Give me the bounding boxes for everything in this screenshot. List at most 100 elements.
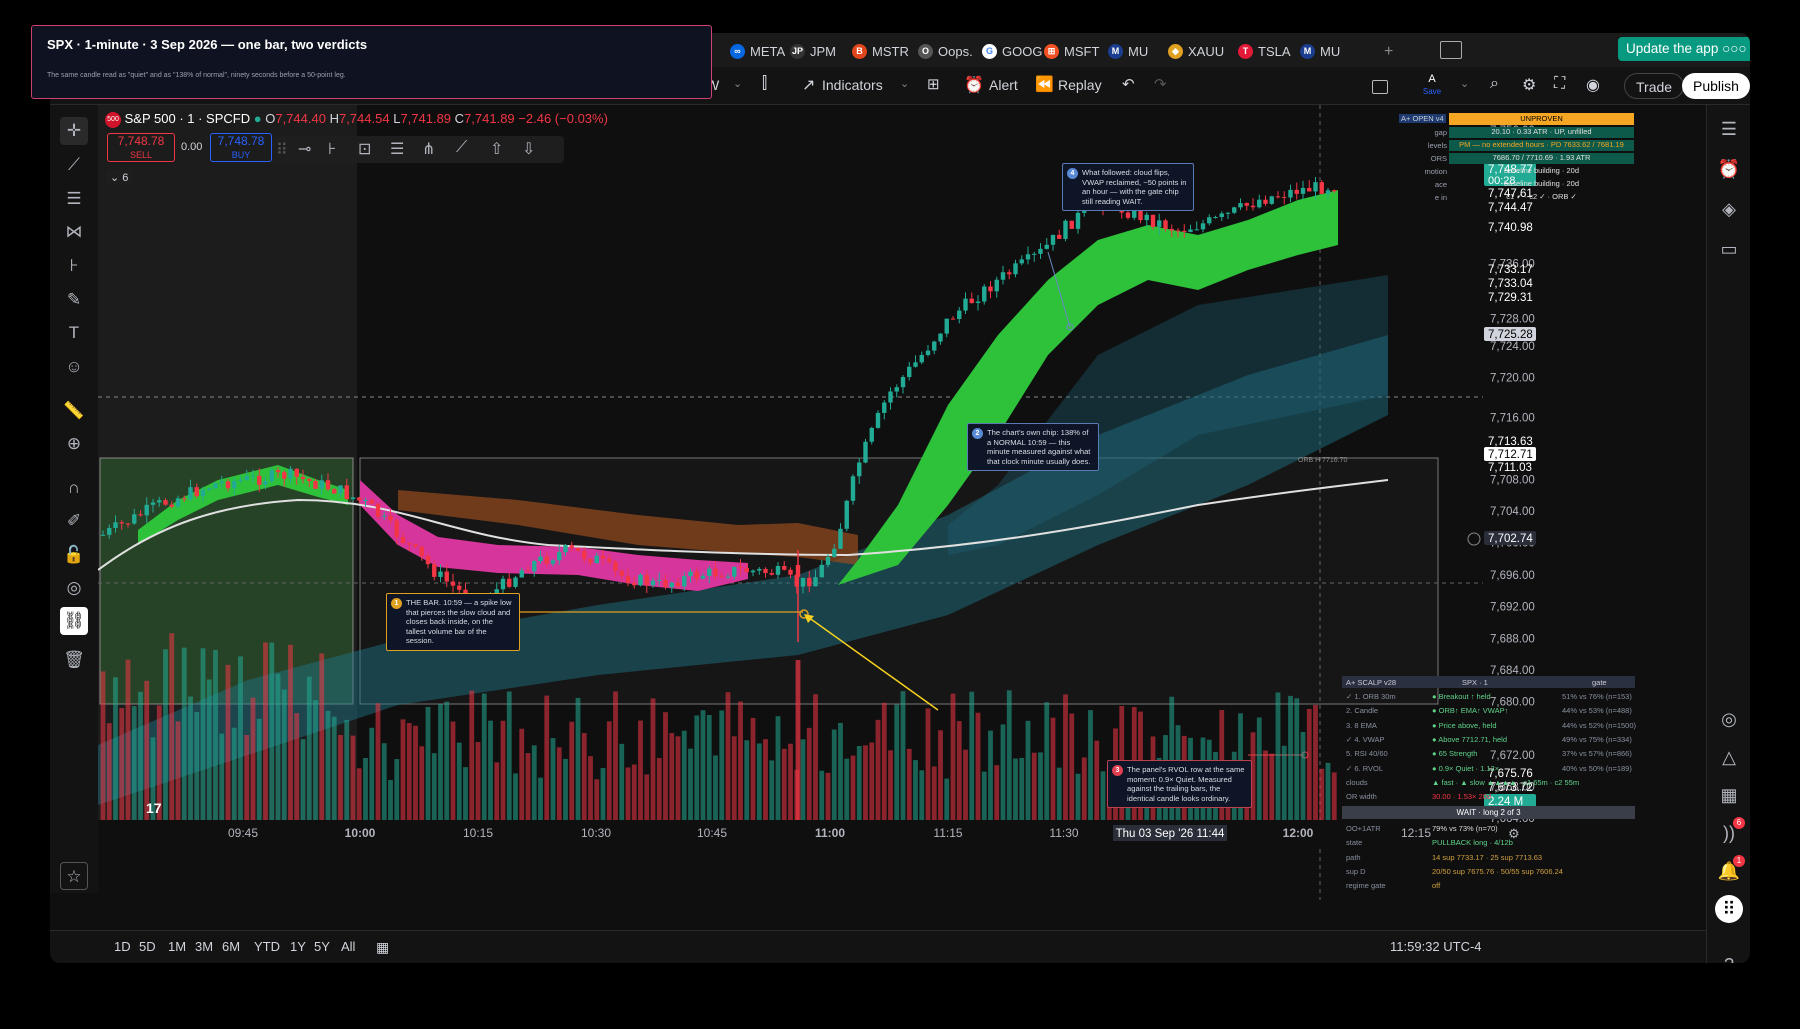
link-icon[interactable]: ⛓ (60, 607, 88, 635)
chevron-down-icon[interactable]: ⌄ (900, 77, 909, 90)
symbol-tab[interactable]: O Oops. (918, 40, 973, 62)
pitchfork-icon[interactable]: ⊦ (328, 139, 336, 159)
volume-bar (744, 740, 750, 820)
volume-bar (669, 733, 675, 820)
lock-icon[interactable]: 🔓 (60, 541, 88, 569)
annotation-2: 2 The chart's own chip: 138% of a NORMAL … (967, 423, 1099, 471)
annotation-1: 1 THE BAR. 10:59 — a spike low that pierc… (386, 593, 520, 651)
rectangle-tool-icon[interactable]: ⊡ (358, 139, 371, 159)
range-button-3m[interactable]: 3M (195, 939, 213, 954)
symbol-tab[interactable]: ◆ XAUU (1168, 40, 1224, 62)
quick-search-icon[interactable]: ⌕ (1490, 75, 1499, 93)
chevron-down-icon[interactable]: ⌄ (733, 77, 742, 90)
symbol-tab[interactable]: B MSTR (852, 40, 909, 62)
save-button[interactable]: A Save (1422, 73, 1442, 98)
indicators-icon[interactable]: ↗ (802, 75, 815, 95)
calendar-icon[interactable]: ▦ (1715, 781, 1743, 809)
fib-tool-icon[interactable]: ☰ (60, 185, 88, 213)
update-app-button[interactable]: Update the app ○○○ (1618, 37, 1750, 61)
price-scale-label: 7,708.00 (1490, 474, 1535, 486)
symbol-tab[interactable]: JP JPM (790, 40, 836, 62)
trendline-tool-icon[interactable]: ⟋ (60, 151, 88, 179)
sell-button[interactable]: 7,748.78 SELL (107, 133, 175, 162)
date-range-icon[interactable]: ▦ (376, 939, 389, 956)
indicators-collapse[interactable]: ⌄ 6 (106, 170, 133, 185)
publish-button[interactable]: Publish (1682, 73, 1750, 99)
hline-tool-icon[interactable]: ⊸ (298, 139, 311, 159)
alert-button[interactable]: Alert (989, 77, 1018, 93)
ruler-icon[interactable]: 📏 (60, 397, 88, 425)
add-tab-button[interactable]: + (1384, 43, 1393, 61)
redo-icon[interactable]: ↷ (1154, 75, 1167, 93)
range-button-1y[interactable]: 1Y (290, 939, 306, 954)
help-icon[interactable]: ? (1715, 951, 1743, 963)
buy-button[interactable]: 7,748.78 BUY (210, 133, 272, 162)
pine-icon[interactable]: △ (1715, 743, 1743, 771)
brush-tool-icon[interactable]: ✎ (60, 286, 88, 314)
symbol-tab[interactable]: T TSLA (1238, 40, 1291, 62)
chat-icon[interactable]: ▭ (1715, 235, 1743, 263)
chevron-down-icon[interactable]: ⌄ (1460, 77, 1469, 90)
draw-mode-icon[interactable]: ✐ (60, 507, 88, 535)
pattern-tool-icon[interactable]: ⋈ (60, 218, 88, 246)
volume-bar (519, 728, 525, 820)
arrow-up-icon[interactable]: ⇧ (490, 139, 503, 159)
volume-bar (1000, 724, 1006, 820)
indicators-button[interactable]: Indicators (822, 77, 883, 93)
alerts-clock-icon[interactable]: ⏰ (1715, 155, 1743, 183)
layout-icon[interactable] (1440, 41, 1462, 59)
drag-handle-icon[interactable]: ⠿ (276, 140, 288, 160)
replay-icon[interactable]: ⏪ (1035, 75, 1054, 93)
eye-icon[interactable]: ◎ (60, 574, 88, 602)
apps-grid-icon[interactable]: ⠿ (1715, 895, 1743, 923)
symbol-tab[interactable]: M MU (1108, 40, 1148, 62)
volume-bar (419, 746, 425, 820)
highlighted-bar-body (795, 565, 801, 577)
layout-select-icon[interactable] (1372, 80, 1388, 94)
fib-channel-icon[interactable]: ⋔ (422, 139, 435, 159)
settings-icon[interactable]: ⚙ (1522, 75, 1536, 95)
lines-tool-icon[interactable]: ☰ (390, 139, 404, 159)
chart-type-icon[interactable]: ⫿ (762, 75, 767, 93)
symbol-tab[interactable]: G GOOG (982, 40, 1042, 62)
emoji-tool-icon[interactable]: ☺ (60, 353, 88, 381)
templates-icon[interactable]: ⊞ (927, 75, 940, 93)
range-button-1m[interactable]: 1M (168, 939, 186, 954)
range-button-all[interactable]: All (341, 939, 355, 954)
annotation-number: 2 (972, 428, 983, 439)
scalp-row-value: ● Price above, held (1432, 720, 1497, 730)
trash-icon[interactable]: 🗑 (60, 646, 88, 674)
zoom-in-icon[interactable]: ⊕ (60, 430, 88, 458)
camera-icon[interactable]: ◉ (1586, 75, 1600, 95)
replay-button[interactable]: Replay (1058, 77, 1102, 93)
favorites-star-icon[interactable]: ☆ (60, 862, 88, 890)
scalp-row-value: ● Breakout ↑ held (1432, 692, 1491, 701)
range-button-5d[interactable]: 5D (139, 939, 156, 954)
volume-bar (1081, 757, 1087, 820)
trade-button[interactable]: Trade (1624, 73, 1685, 99)
scalp-row-label: sup D (1346, 866, 1366, 876)
magnet-icon[interactable]: ∩ (60, 474, 88, 502)
crosshair-icon[interactable]: ✛ (60, 117, 88, 145)
symbol-tab[interactable]: ∞ META (730, 40, 785, 62)
undo-icon[interactable]: ↶ (1122, 75, 1135, 93)
volume-bar (644, 774, 650, 820)
text-tool-icon[interactable]: T (60, 319, 88, 347)
target-icon[interactable]: ◎ (1715, 705, 1743, 733)
watchlist-icon[interactable]: ☰ (1715, 115, 1743, 143)
prediction-tool-icon[interactable]: ⊦ (60, 252, 88, 280)
range-button-ytd[interactable]: YTD (254, 939, 280, 954)
ray-tool-icon[interactable]: ⟋ (456, 139, 467, 157)
range-button-5y[interactable]: 5Y (314, 939, 330, 954)
symbol-tab[interactable]: ⊞ MSFT (1044, 40, 1099, 62)
range-button-1d[interactable]: 1D (114, 939, 131, 954)
tab-label: MSTR (872, 43, 909, 59)
fullscreen-icon[interactable]: ⛶ (1554, 75, 1565, 93)
layers-icon[interactable]: ◈ (1715, 195, 1743, 223)
symbol-name[interactable]: S&P 500 · 1 · SPCFD (125, 111, 250, 126)
alert-icon[interactable]: ⏰ (964, 75, 984, 95)
volume-bar (319, 653, 325, 820)
symbol-tab[interactable]: M MU (1300, 40, 1340, 62)
arrow-down-icon[interactable]: ⇩ (522, 139, 535, 159)
range-button-6m[interactable]: 6M (222, 939, 240, 954)
